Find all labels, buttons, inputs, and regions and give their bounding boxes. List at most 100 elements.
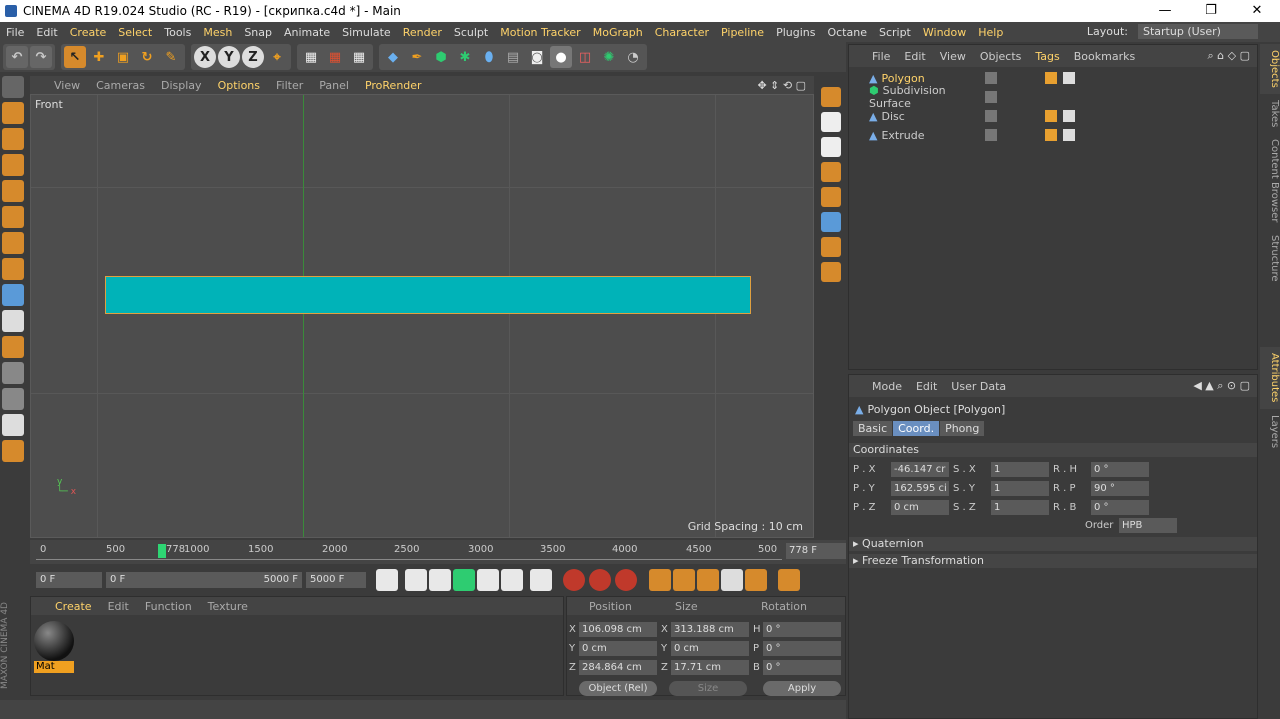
menu-character[interactable]: Character bbox=[649, 26, 715, 39]
attr-menu-edit[interactable]: Edit bbox=[909, 380, 944, 393]
menu-select[interactable]: Select bbox=[112, 26, 158, 39]
step-back-icon[interactable] bbox=[429, 569, 451, 591]
knife-icon[interactable] bbox=[821, 187, 841, 207]
attr-menu-mode[interactable]: Mode bbox=[865, 380, 909, 393]
paint-icon[interactable] bbox=[821, 162, 841, 182]
recent-tools-icon[interactable]: ✎ bbox=[160, 46, 182, 68]
viewport-front[interactable]: Front y └─ x Grid Spacing : 10 cm bbox=[30, 94, 814, 538]
texture-tag-icon[interactable] bbox=[1063, 129, 1075, 141]
keyframe-selection-icon[interactable] bbox=[615, 569, 637, 591]
align-icon[interactable] bbox=[821, 137, 841, 157]
menu-window[interactable]: Window bbox=[917, 26, 972, 39]
menu-edit[interactable]: Edit bbox=[30, 26, 63, 39]
rot-h-field[interactable]: 0 ° bbox=[763, 622, 841, 637]
current-frame-field[interactable]: 778 F bbox=[786, 543, 846, 559]
minimize-button[interactable]: — bbox=[1142, 0, 1188, 22]
sidetab-attributes[interactable]: Attributes bbox=[1260, 347, 1280, 409]
record-icon[interactable] bbox=[563, 569, 585, 591]
box-icon[interactable] bbox=[821, 237, 841, 257]
viewport-menu-options[interactable]: Options bbox=[210, 79, 268, 92]
menu-motion-tracker[interactable]: Motion Tracker bbox=[494, 26, 586, 39]
menu-file[interactable]: File bbox=[0, 26, 30, 39]
visibility-icon[interactable] bbox=[985, 72, 997, 84]
key-rotation-icon[interactable] bbox=[697, 569, 719, 591]
menu-simulate[interactable]: Simulate bbox=[336, 26, 397, 39]
previous-key-icon[interactable] bbox=[405, 569, 427, 591]
start-frame-field[interactable]: 0 F bbox=[36, 572, 102, 588]
rb-field[interactable]: 0 ° bbox=[1091, 500, 1149, 515]
sidetab-content-browser[interactable]: Content Browser bbox=[1260, 133, 1280, 228]
attr-menu-user-data[interactable]: User Data bbox=[944, 380, 1013, 393]
pos-y-field[interactable]: 0 cm bbox=[579, 641, 657, 656]
go-to-end-icon[interactable] bbox=[530, 569, 552, 591]
close-button[interactable]: ✕ bbox=[1234, 0, 1280, 22]
undo-icon[interactable]: ↶ bbox=[6, 46, 28, 68]
order-select[interactable]: HPB bbox=[1119, 518, 1177, 533]
viewport-menu-cameras[interactable]: Cameras bbox=[88, 79, 153, 92]
sz-field[interactable]: 1 bbox=[991, 500, 1049, 515]
px-field[interactable]: -46.147 cr bbox=[891, 462, 949, 477]
tab-coord[interactable]: Coord. bbox=[893, 421, 940, 436]
pz-field[interactable]: 0 cm bbox=[891, 500, 949, 515]
viewport-menu-panel[interactable]: Panel bbox=[311, 79, 357, 92]
move-icon[interactable]: ✚ bbox=[88, 46, 110, 68]
menu-animate[interactable]: Animate bbox=[278, 26, 336, 39]
menu-octane[interactable]: Octane bbox=[821, 26, 873, 39]
brush-icon[interactable] bbox=[821, 87, 841, 107]
sidetab-objects[interactable]: Objects bbox=[1260, 44, 1280, 94]
render-view-icon[interactable]: ▦ bbox=[300, 46, 322, 68]
points-mode-icon[interactable] bbox=[2, 180, 24, 202]
viewport-menu-view[interactable]: View bbox=[46, 79, 88, 92]
material-menu-edit[interactable]: Edit bbox=[100, 600, 137, 613]
sidetab-takes[interactable]: Takes bbox=[1260, 94, 1280, 133]
menu-script[interactable]: Script bbox=[873, 26, 917, 39]
workplane-lock-icon[interactable] bbox=[2, 362, 24, 384]
solo-icon[interactable] bbox=[2, 310, 24, 332]
render-picture-viewer-icon[interactable]: ▦ bbox=[324, 46, 346, 68]
menu-create[interactable]: Create bbox=[64, 26, 113, 39]
z-axis-lock-icon[interactable]: Z bbox=[242, 46, 264, 68]
objects-menu-bookmarks[interactable]: Bookmarks bbox=[1067, 50, 1142, 63]
maximize-button[interactable]: ❐ bbox=[1188, 0, 1234, 22]
rp-field[interactable]: 90 ° bbox=[1091, 481, 1149, 496]
live-selection-icon[interactable]: ↖ bbox=[64, 46, 86, 68]
texture-tag-icon[interactable] bbox=[1063, 72, 1075, 84]
deformer-icon[interactable]: ⬮ bbox=[478, 46, 500, 68]
objects-menu-edit[interactable]: Edit bbox=[897, 50, 932, 63]
layout-select[interactable]: Startup (User) bbox=[1138, 24, 1258, 39]
key-parameter-icon[interactable] bbox=[721, 569, 743, 591]
material-menu-texture[interactable]: Texture bbox=[200, 600, 256, 613]
rot-b-field[interactable]: 0 ° bbox=[763, 660, 841, 675]
viewport-menu-filter[interactable]: Filter bbox=[268, 79, 311, 92]
phong-tag-icon[interactable] bbox=[1045, 110, 1057, 122]
tab-phong[interactable]: Phong bbox=[940, 421, 985, 436]
snap-icon[interactable] bbox=[2, 336, 24, 358]
menu-mograph[interactable]: MoGraph bbox=[587, 26, 649, 39]
size-y-field[interactable]: 0 cm bbox=[671, 641, 749, 656]
section-freeze[interactable]: ▸ Freeze Transformation bbox=[849, 554, 1257, 568]
py-field[interactable]: 162.595 ci bbox=[891, 481, 949, 496]
array-icon[interactable]: ✱ bbox=[454, 46, 476, 68]
viewport-menu-display[interactable]: Display bbox=[153, 79, 210, 92]
model-mode-icon[interactable] bbox=[2, 102, 24, 124]
material-swatch[interactable]: Mat bbox=[34, 621, 74, 673]
render-settings-icon[interactable]: ▦ bbox=[348, 46, 370, 68]
menu-tools[interactable]: Tools bbox=[158, 26, 197, 39]
coordinate-mode-select[interactable]: Object (Rel) bbox=[579, 681, 657, 696]
subdivision-icon[interactable]: ⬢ bbox=[430, 46, 452, 68]
sidetab-layers[interactable]: Layers bbox=[1260, 409, 1280, 454]
timeline-ruler[interactable]: 0 500 778 1000 1500 2000 2500 3000 3500 … bbox=[36, 542, 782, 560]
texture-mode-icon[interactable] bbox=[2, 128, 24, 150]
sculpt-brush-icon[interactable] bbox=[821, 212, 841, 232]
section-quaternion[interactable]: ▸ Quaternion bbox=[849, 537, 1257, 551]
coordinate-system-icon[interactable]: ⌖ bbox=[266, 46, 288, 68]
scale-icon[interactable]: ▣ bbox=[112, 46, 134, 68]
phong-tag-icon[interactable] bbox=[1045, 72, 1057, 84]
floor-icon[interactable]: ▤ bbox=[502, 46, 524, 68]
edges-mode-icon[interactable] bbox=[2, 206, 24, 228]
playhead[interactable] bbox=[158, 544, 166, 558]
points-icon[interactable] bbox=[821, 262, 841, 282]
menu-sculpt[interactable]: Sculpt bbox=[448, 26, 494, 39]
menu-help[interactable]: Help bbox=[972, 26, 1009, 39]
viewport-navigation-icon[interactable]: ✥ ⇕ ⟲ ▢ bbox=[749, 79, 814, 92]
